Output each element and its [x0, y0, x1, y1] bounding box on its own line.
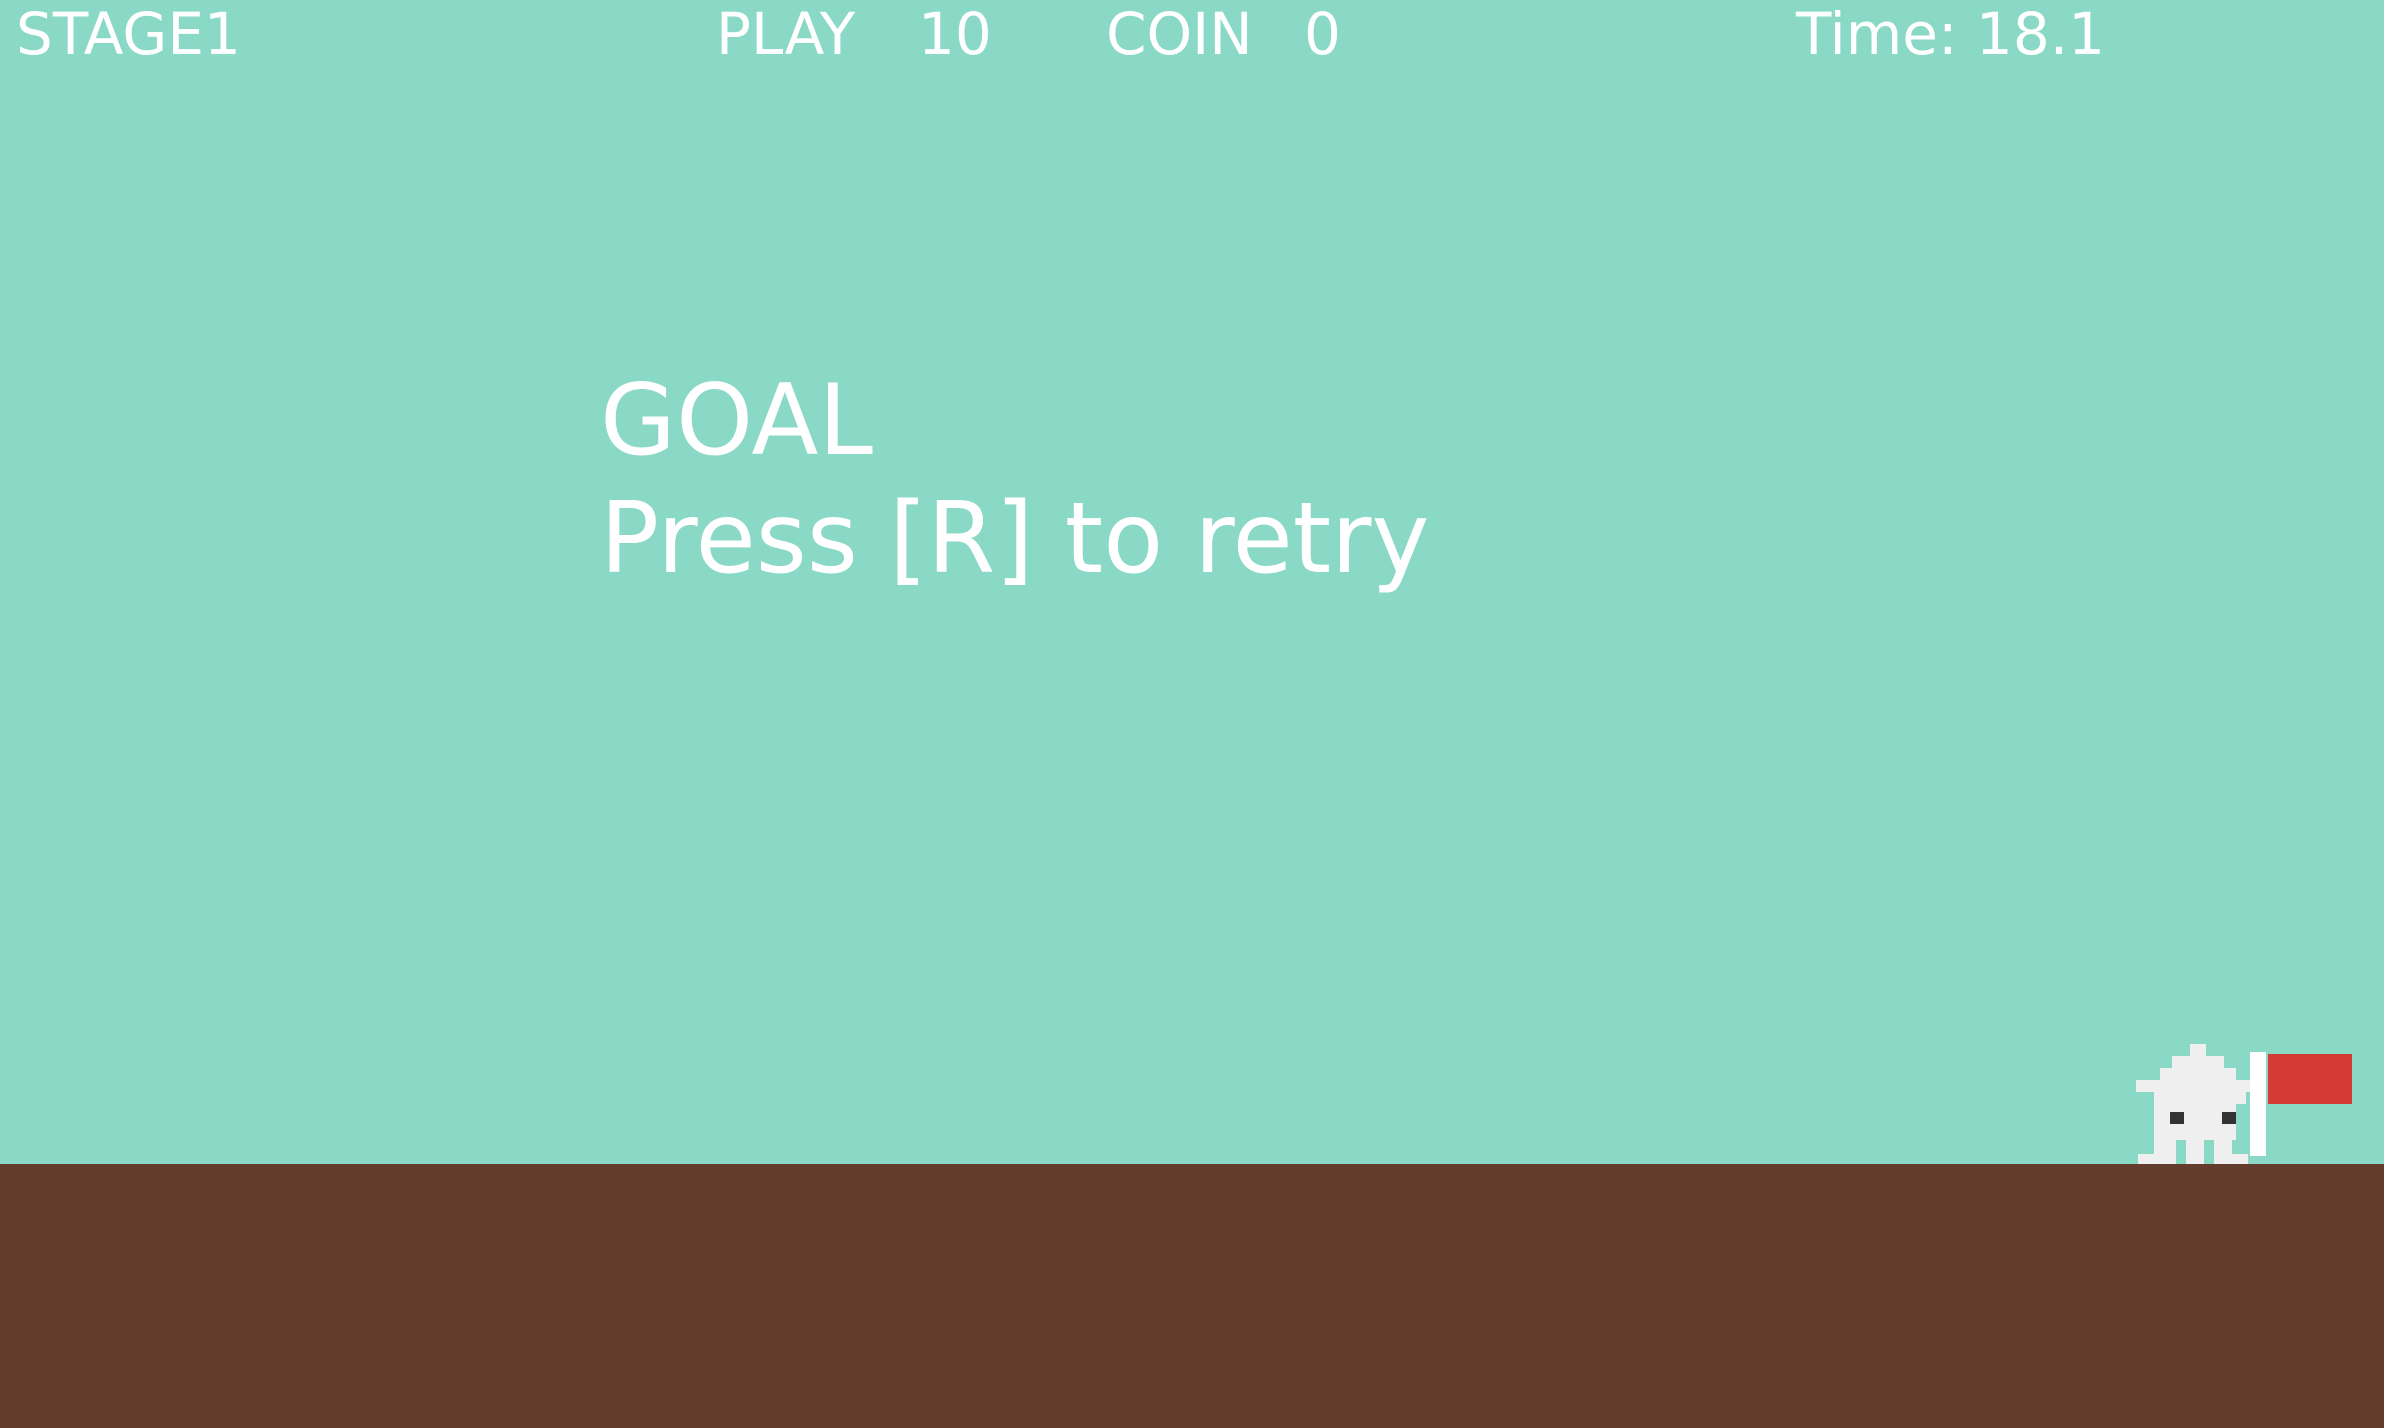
play-count-label: PLAY — [716, 0, 856, 68]
coin-count-value: 0 — [1304, 0, 1341, 68]
play-count-value: 10 — [918, 0, 992, 68]
ground-platform — [0, 1164, 2384, 1428]
coin-count-label: COIN — [1106, 0, 1253, 68]
game-canvas[interactable]: STAGE1 PLAY 10 COIN 0 Time: 18.1 GOAL Pr… — [0, 0, 2384, 1428]
stage-indicator: STAGE1 — [16, 0, 241, 68]
goal-flag-icon — [2250, 1052, 2352, 1156]
retry-instruction: Press [R] to retry — [600, 482, 1430, 596]
goal-message: GOAL — [600, 364, 873, 478]
timer-display: Time: 18.1 — [1796, 0, 2106, 68]
pixel-creature-icon — [2136, 1044, 2252, 1164]
